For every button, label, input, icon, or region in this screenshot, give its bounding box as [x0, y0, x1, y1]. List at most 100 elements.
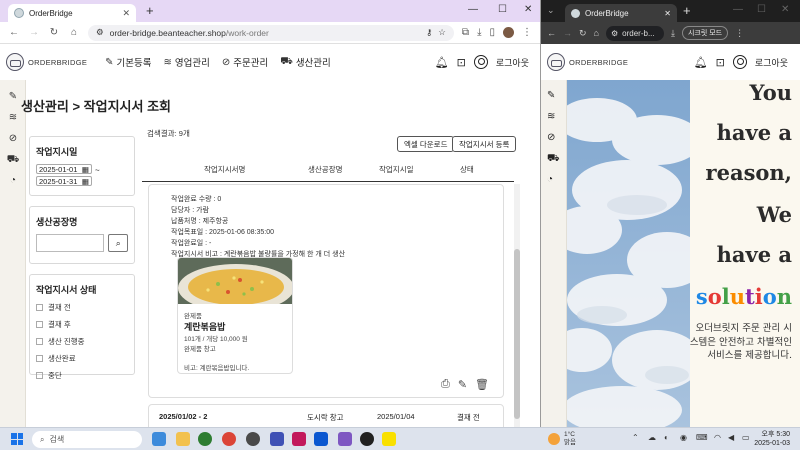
menu-icon[interactable]: ⋮	[735, 28, 744, 39]
edge-icon[interactable]	[198, 432, 212, 446]
incognito-badge[interactable]: 시크릿 모드	[681, 26, 729, 40]
rail-cart-icon[interactable]: ⛟	[547, 153, 560, 166]
site-info-icon[interactable]: ⚙	[96, 27, 104, 38]
date-to-input[interactable]: 2025-01-31 ▦	[36, 176, 92, 186]
new-tab-icon[interactable]: +	[683, 3, 691, 18]
logout-link[interactable]: 로그아웃	[496, 56, 529, 69]
tab-search-icon[interactable]: ⌄	[547, 5, 555, 16]
date-from-input[interactable]: 2025-01-01 ▦	[36, 164, 92, 174]
status-checkbox[interactable]: 중단	[36, 370, 128, 381]
task-view-icon[interactable]	[152, 432, 166, 446]
status-checkbox[interactable]: 생산완료	[36, 353, 128, 364]
status-checkbox[interactable]: 결재 전	[36, 302, 128, 313]
minimize-icon[interactable]: —	[733, 4, 743, 15]
close-window-icon[interactable]: ✕	[524, 4, 532, 15]
checkbox[interactable]	[36, 338, 43, 345]
nav-orders[interactable]: ⊘ 주문관리	[222, 55, 268, 70]
scrollbar-thumb[interactable]	[514, 249, 520, 419]
app-icon[interactable]	[270, 432, 284, 446]
sidepanel-icon[interactable]: ▯	[489, 27, 495, 38]
nav-sales[interactable]: ≋ 영업관리	[164, 55, 210, 70]
checkbox[interactable]	[36, 372, 43, 379]
table-row[interactable]: 2025/01/02 - 2 도시락 창고 2025/01/04 결재 전	[148, 404, 504, 427]
volume-icon[interactable]: ◀︎	[728, 433, 734, 442]
rail-link-icon[interactable]: ⊘	[6, 132, 20, 146]
logo[interactable]: ORDERBRIDGE	[6, 53, 87, 71]
rail-link-icon[interactable]: ⊘	[547, 132, 555, 143]
user-icon[interactable]	[732, 55, 747, 69]
rail-cart-icon[interactable]: ⛟	[6, 153, 20, 167]
factory-search-input[interactable]	[36, 234, 105, 252]
forward-icon[interactable]: →	[28, 27, 40, 38]
windows-start-icon[interactable]	[11, 433, 23, 445]
factory-search-button[interactable]: ⌕	[108, 234, 128, 252]
user-icon[interactable]	[473, 55, 488, 69]
excel-download-button[interactable]: 엑셀 다운로드	[397, 136, 455, 152]
logout-link[interactable]: 로그아웃	[755, 56, 788, 69]
rail-edit-icon[interactable]: ✎	[547, 90, 555, 101]
close-tab-icon[interactable]: ✕	[664, 9, 671, 18]
app-icon[interactable]	[314, 432, 328, 446]
list-scrollbar[interactable]	[514, 184, 520, 427]
new-tab-icon[interactable]: +	[146, 3, 154, 18]
app-icon[interactable]	[360, 432, 374, 446]
maximize-icon[interactable]: ☐	[498, 4, 507, 15]
nav-production[interactable]: ⛟ 생산관리	[280, 55, 331, 70]
wifi-icon[interactable]: ◠	[714, 433, 721, 442]
back-icon[interactable]: ←	[8, 27, 20, 38]
home-icon[interactable]: ⌂	[68, 27, 80, 38]
download-icon[interactable]: ⤓	[671, 28, 675, 39]
minimize-icon[interactable]: —	[468, 4, 478, 15]
reload-icon[interactable]: ↻	[579, 28, 587, 39]
key-icon[interactable]: ⚷	[426, 27, 432, 38]
status-checkbox[interactable]: 생산 진행중	[36, 336, 128, 347]
chatbot-icon[interactable]: ⊡	[457, 56, 466, 69]
work-order-detail-card[interactable]: 작업완료 수량 : 0 담당자 : 가람 납품처명 : 제주항공 작업목표일 :…	[148, 184, 504, 398]
product-card[interactable]: 완제품 계란볶음밥 101개 / 개당 10,000 원 완제품 창고 비고: …	[177, 257, 293, 374]
rail-edit-icon[interactable]: ✎	[6, 90, 20, 104]
print-icon[interactable]: ⎙	[441, 378, 450, 391]
extensions-icon[interactable]: ⧉	[462, 27, 469, 38]
forward-icon[interactable]: →	[563, 28, 572, 38]
back-icon[interactable]: ←	[547, 28, 556, 38]
chatbot-icon[interactable]: ⊡	[716, 56, 725, 69]
app-icon[interactable]	[338, 432, 352, 446]
menu-icon[interactable]: ⋮	[522, 27, 532, 38]
close-tab-icon[interactable]: ✕	[122, 8, 130, 19]
app-icon[interactable]	[292, 432, 306, 446]
trash-icon[interactable]: 🗑︎	[475, 378, 489, 391]
rail-chart-icon[interactable]: ◔	[6, 174, 20, 188]
chrome-profile-icon[interactable]	[246, 432, 260, 446]
home-icon[interactable]: ⌂	[594, 28, 599, 38]
url-bar[interactable]: ⚙ order-b...	[605, 25, 664, 41]
close-window-icon[interactable]: ✕	[781, 4, 789, 15]
bell-icon[interactable]: 🔔︎	[694, 56, 708, 69]
tray-chevron-icon[interactable]: ⌃	[632, 433, 639, 442]
url-bar[interactable]: ⚙ order-bridge.beanteacher.shop/work-ord…	[88, 24, 454, 41]
bookmark-star-icon[interactable]: ☆	[438, 27, 446, 38]
battery-icon[interactable]: ▭	[742, 433, 750, 442]
download-icon[interactable]: ⤓	[477, 27, 481, 38]
taskbar-search[interactable]: ⌕ 검색	[32, 431, 142, 448]
rail-handshake-icon[interactable]: ≋	[547, 111, 555, 122]
rail-handshake-icon[interactable]: ≋	[6, 111, 20, 125]
browser-tab[interactable]: OrderBridge ✕	[565, 4, 677, 22]
checkbox[interactable]	[36, 355, 43, 362]
weather-widget[interactable]: 1°C 맑음	[548, 431, 576, 447]
tray-keyboard-icon[interactable]: ⌨	[696, 433, 708, 442]
tray-app-icon[interactable]: ◐	[664, 433, 669, 442]
browser-tab[interactable]: OrderBridge ✕	[8, 4, 136, 22]
rail-chart-icon[interactable]: ◔	[547, 174, 553, 185]
maximize-icon[interactable]: ☐	[757, 4, 766, 15]
kakaotalk-icon[interactable]	[382, 432, 396, 446]
profile-avatar[interactable]	[503, 27, 514, 38]
file-explorer-icon[interactable]	[176, 432, 190, 446]
checkbox[interactable]	[36, 321, 43, 328]
tray-discord-icon[interactable]: ◉	[680, 433, 687, 442]
logo[interactable]: ORDERBRIDGE	[547, 53, 628, 71]
tray-cloud-icon[interactable]: ☁	[648, 433, 656, 442]
bell-icon[interactable]: 🔔︎	[435, 56, 449, 69]
status-checkbox[interactable]: 결재 후	[36, 319, 128, 330]
nav-basic-registration[interactable]: ✎ 기본등록	[105, 55, 151, 70]
edit-icon[interactable]: ✎	[458, 378, 467, 391]
